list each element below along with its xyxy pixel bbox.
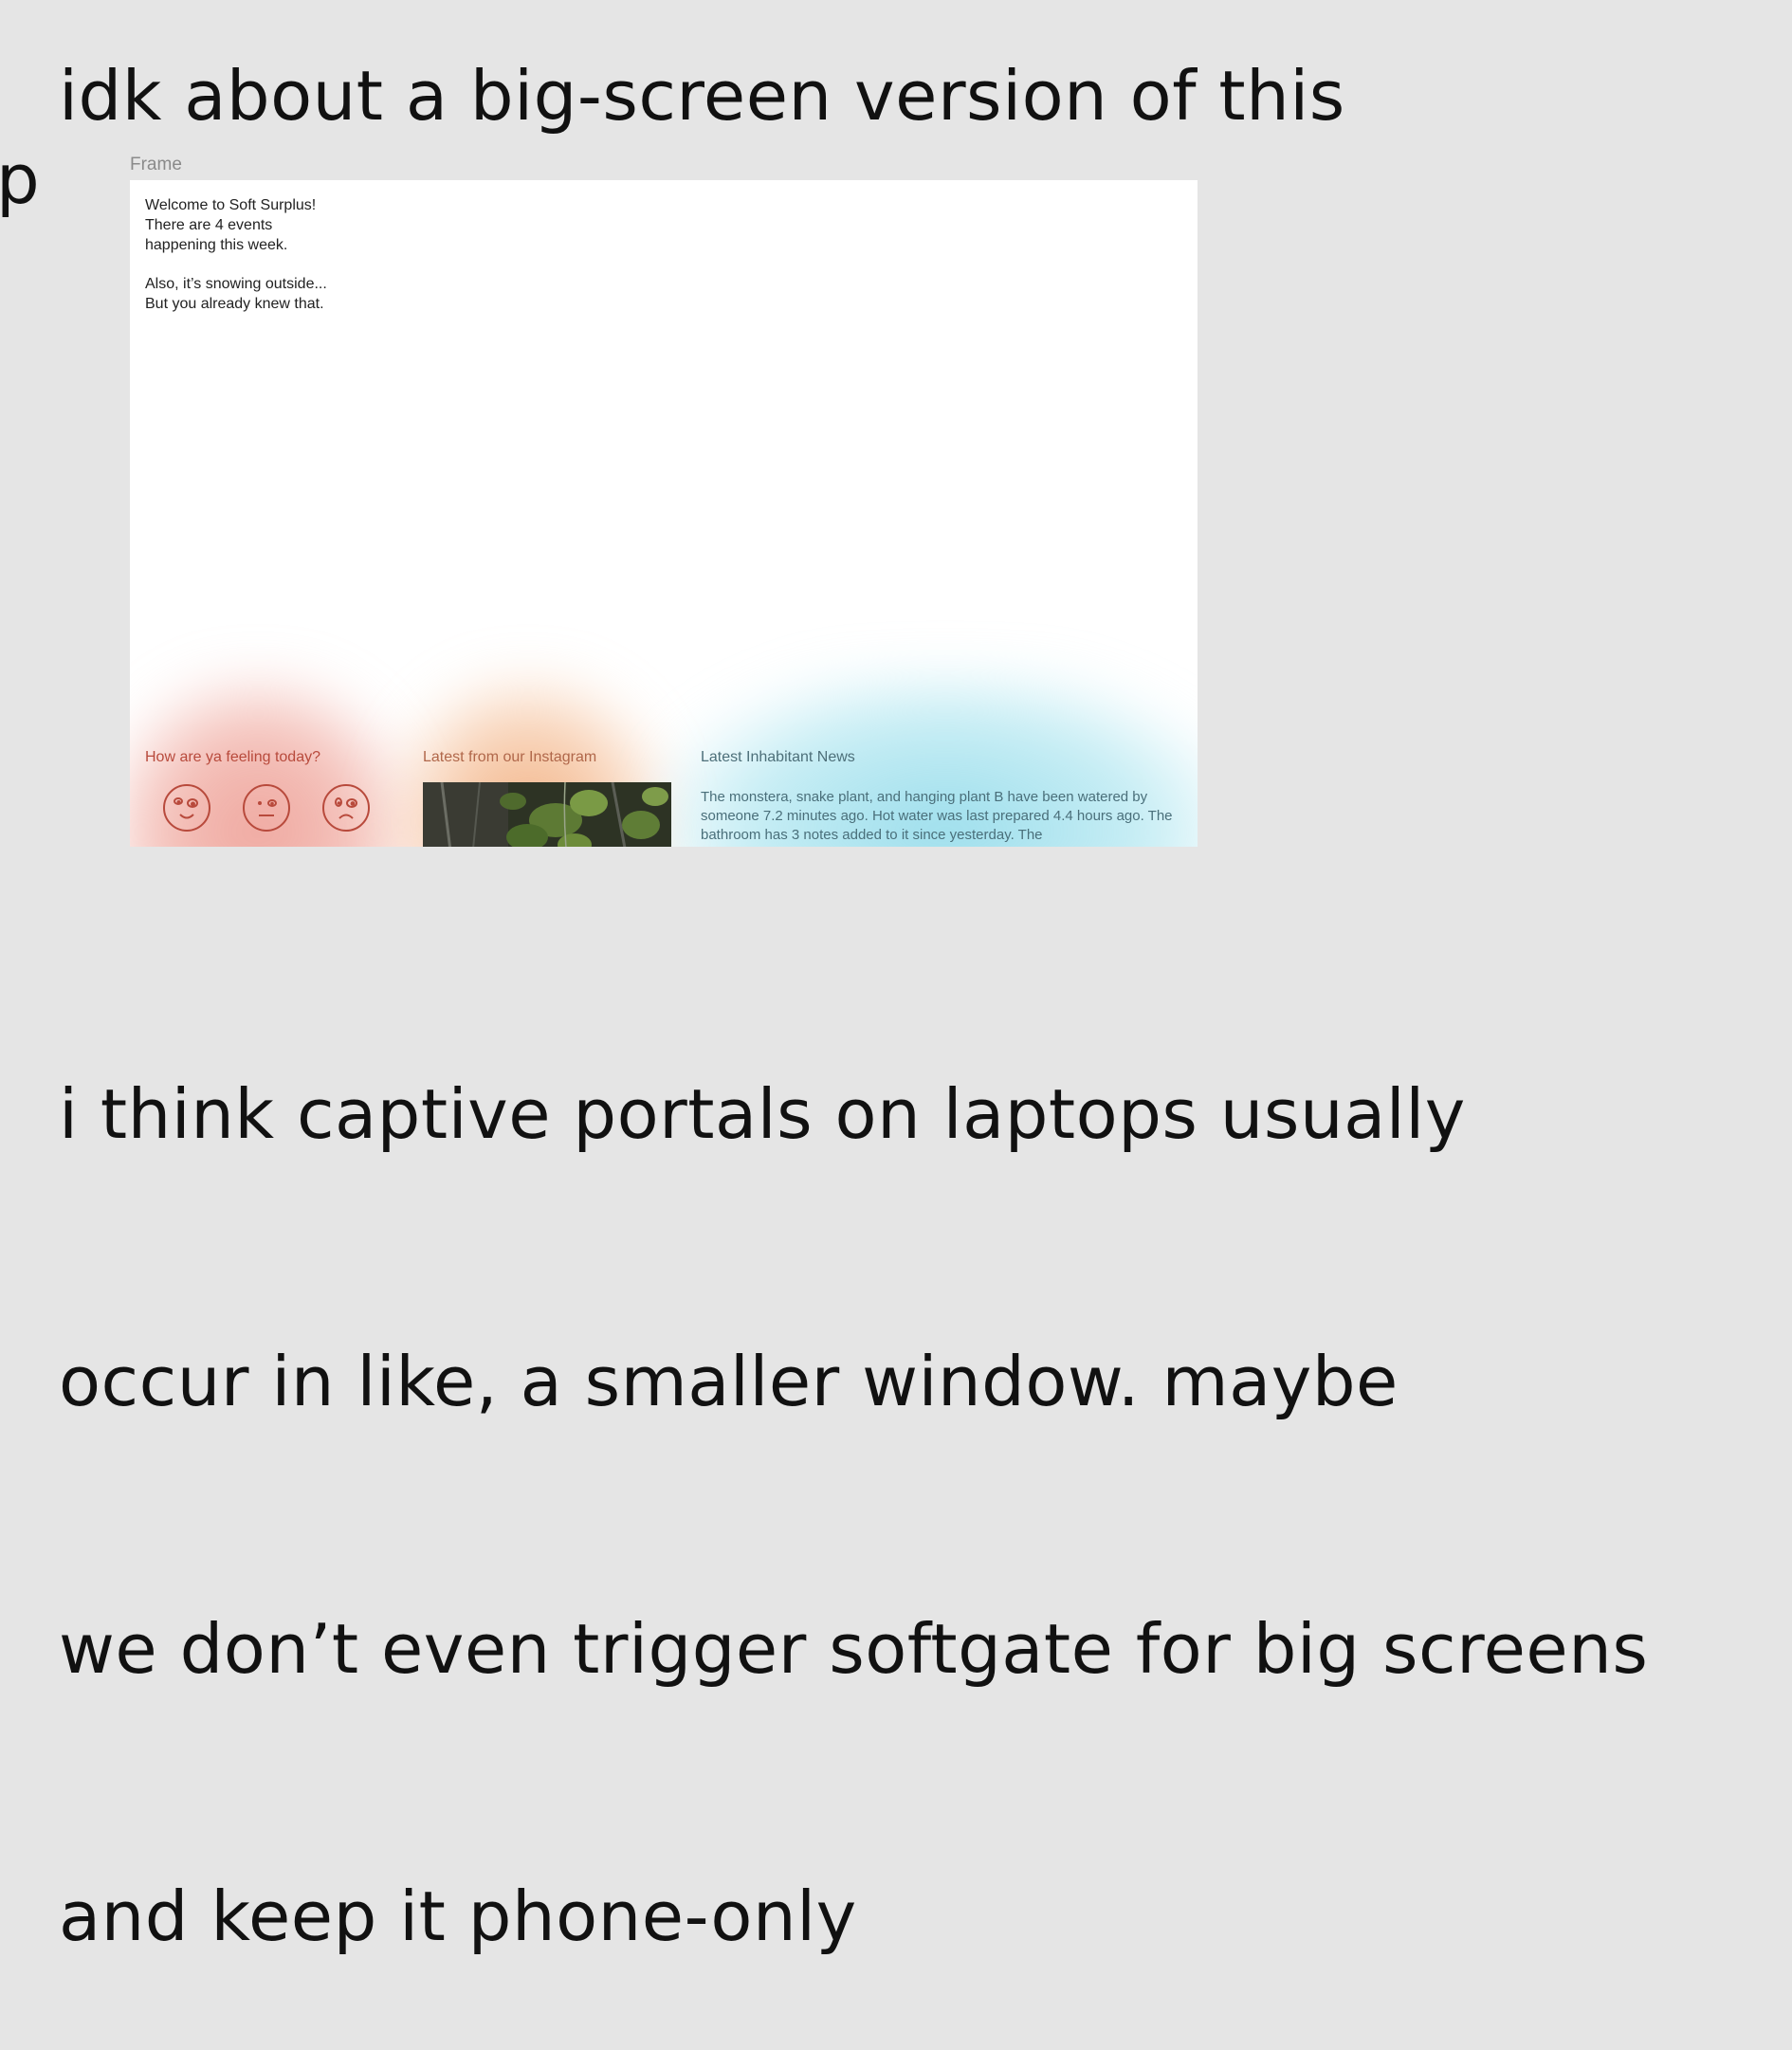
- mood-selector: [162, 783, 380, 836]
- sad-face-icon[interactable]: [321, 783, 371, 833]
- canvas-note-line: occur in like, a smaller window. maybe: [59, 1342, 1399, 1421]
- welcome-line: Welcome to Soft Surplus!: [145, 197, 317, 213]
- frame-label[interactable]: Frame: [130, 155, 182, 175]
- happy-face-icon[interactable]: [162, 783, 211, 833]
- news-body: The monstera, snake plant, and hanging p…: [701, 789, 1173, 843]
- canvas-note-line: i think captive portals on laptops usual…: [59, 1074, 1466, 1154]
- captive-portal-frame[interactable]: Welcome to Soft Surplus! There are 4 eve…: [130, 180, 1198, 847]
- welcome-message: Welcome to Soft Surplus! There are 4 eve…: [145, 195, 327, 314]
- canvas-note-bottom: i think captive portals on laptops usual…: [59, 891, 1648, 2050]
- snow-line: Also, it’s snowing outside...: [145, 276, 327, 292]
- neutral-face-icon[interactable]: [242, 783, 291, 833]
- welcome-line: There are 4 events: [145, 217, 273, 233]
- canvas-note-line: and keep it phone-only: [59, 1876, 857, 1956]
- instagram-panel-title: Latest from our Instagram: [423, 749, 597, 765]
- canvas-note-line: we don’t even trigger softgate for big s…: [59, 1609, 1649, 1689]
- canvas-note-top: idk about a big-screen version of this: [59, 56, 1345, 136]
- mood-panel-title: How are ya feeling today?: [145, 749, 320, 765]
- instagram-photo[interactable]: [423, 782, 671, 847]
- news-panel-title: Latest Inhabitant News: [701, 749, 855, 765]
- canvas-note-clipped: op: [0, 139, 40, 219]
- welcome-line: happening this week.: [145, 237, 288, 253]
- snow-line: But you already knew that.: [145, 296, 324, 312]
